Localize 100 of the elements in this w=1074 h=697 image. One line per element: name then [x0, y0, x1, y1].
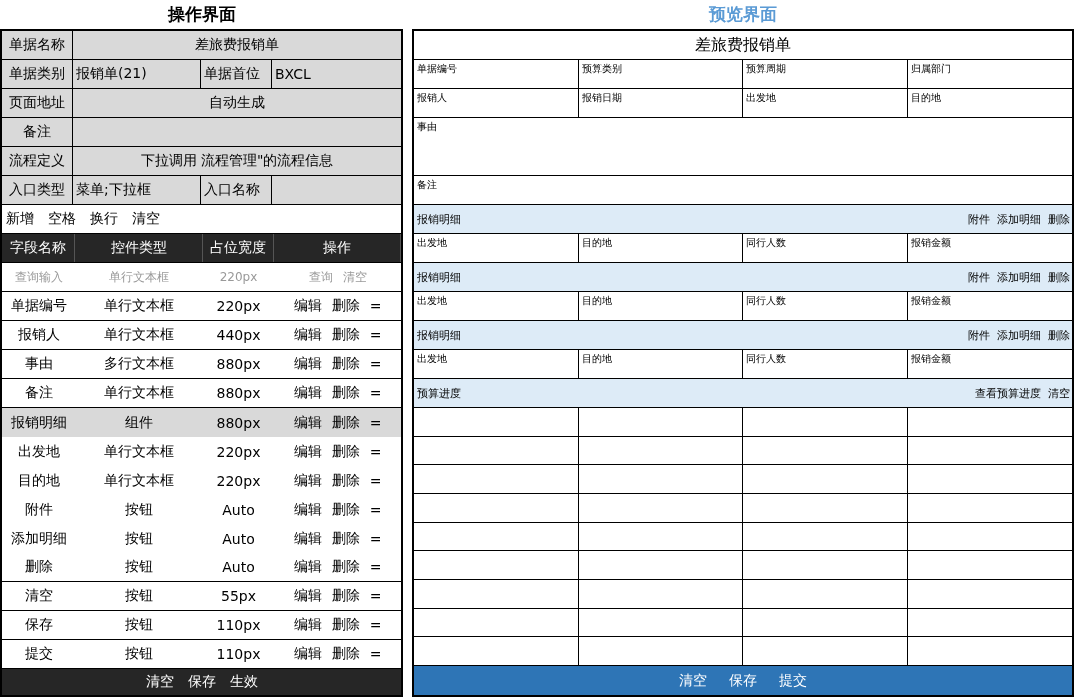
action-link[interactable]: 编辑	[293, 529, 322, 548]
section-action[interactable]: 删除	[1048, 327, 1070, 343]
field-width: 110px	[215, 645, 262, 664]
toolbar-button[interactable]: 清空	[132, 210, 160, 228]
control-type: 组件	[124, 412, 154, 432]
field-label: 同行人数	[743, 234, 908, 262]
toolbar-button[interactable]: 新增	[6, 210, 34, 228]
section-action[interactable]: 附件	[968, 269, 990, 285]
form-label: 备注	[2, 118, 73, 146]
action-link[interactable]: 编辑	[293, 500, 322, 519]
form-value: 自动生成	[208, 93, 266, 112]
action-link[interactable]: 编辑	[293, 471, 322, 490]
action-link[interactable]: 编辑	[293, 442, 322, 461]
drag-handle[interactable]: =	[369, 646, 382, 662]
toolbar-button[interactable]: 空格	[48, 210, 76, 228]
action-link[interactable]: 删除	[331, 616, 360, 634]
form-value: BXCL	[274, 65, 312, 84]
form-title: 差旅费报销单	[695, 34, 791, 56]
field-label: 同行人数	[743, 350, 908, 378]
field-label: 归属部门	[909, 62, 952, 76]
section-action[interactable]: 附件	[968, 327, 990, 343]
control-type: 多行文本框	[103, 354, 175, 373]
action-link[interactable]: 删除	[331, 558, 360, 576]
field-name: 事由	[23, 354, 54, 373]
column-header: 占位宽度	[203, 234, 274, 262]
field-name: 出发地	[16, 441, 61, 461]
control-type: 按钮	[124, 557, 154, 576]
field-width: 220px	[215, 297, 262, 316]
action-link[interactable]: 编辑	[293, 645, 322, 663]
action-link[interactable]: 删除	[331, 297, 360, 315]
column-header: 控件类型	[75, 234, 203, 262]
action-link[interactable]: 删除	[331, 442, 360, 461]
drag-handle[interactable]: =	[369, 559, 382, 575]
action-link[interactable]: 编辑	[293, 326, 322, 344]
action-link[interactable]: 编辑	[293, 384, 322, 402]
action-link[interactable]: 编辑	[293, 558, 322, 576]
control-type: 单行文本框	[103, 470, 175, 490]
form-label: 单据首位	[201, 60, 272, 88]
drag-handle[interactable]: =	[369, 588, 382, 604]
field-label: 单据编号	[414, 60, 579, 88]
field-name: 添加明细	[9, 528, 68, 548]
footer-button[interactable]: 保存	[729, 671, 757, 690]
section-title: 报销明细	[417, 269, 461, 285]
field-name: 保存	[23, 615, 54, 634]
section-action[interactable]: 添加明细	[997, 327, 1041, 343]
footer-button[interactable]: 清空	[145, 673, 174, 691]
footer-button[interactable]: 生效	[229, 673, 258, 691]
drag-handle[interactable]: =	[369, 443, 382, 460]
form-label: 流程定义	[2, 147, 73, 175]
field-label: 报销金额	[909, 294, 952, 308]
action-link[interactable]: 删除	[331, 326, 360, 344]
field-label: 出发地	[743, 89, 908, 117]
field-label: 出发地	[414, 234, 579, 262]
field-width: 110px	[215, 616, 262, 635]
footer-button[interactable]: 清空	[679, 671, 707, 690]
action-link[interactable]: 删除	[331, 384, 360, 402]
toolbar-button[interactable]: 换行	[90, 210, 118, 228]
action-link[interactable]: 编辑	[293, 297, 322, 315]
section-action[interactable]: 添加明细	[997, 211, 1041, 227]
form-value: 报销单(21)	[73, 60, 201, 88]
field-name: 删除	[23, 557, 54, 576]
action-link[interactable]: 编辑	[293, 616, 322, 634]
action-link[interactable]: 编辑	[293, 587, 322, 605]
field-name: 报销人	[16, 325, 61, 344]
field-width: 880px	[215, 355, 262, 374]
drag-handle[interactable]: =	[369, 530, 382, 547]
field-width: Auto	[221, 500, 256, 520]
drag-handle[interactable]: =	[369, 327, 382, 343]
drag-handle[interactable]: =	[369, 298, 382, 314]
action-link[interactable]: 删除	[331, 413, 360, 432]
action-link[interactable]: 删除	[331, 471, 360, 490]
field-name: 单据编号	[9, 296, 68, 315]
drag-handle[interactable]: =	[369, 472, 382, 489]
section-action[interactable]: 清空	[1048, 385, 1070, 401]
section-action[interactable]: 删除	[1048, 211, 1070, 227]
field-label: 报销金额	[909, 352, 952, 366]
form-value: 差旅费报销单	[194, 35, 280, 54]
section-action[interactable]: 附件	[968, 211, 990, 227]
action-link[interactable]: 删除	[331, 355, 360, 373]
footer-button[interactable]: 保存	[187, 673, 216, 691]
action-link[interactable]: 编辑	[293, 355, 322, 373]
control-type: 按钮	[124, 528, 154, 548]
footer-button[interactable]: 提交	[779, 671, 807, 690]
drag-handle[interactable]: =	[369, 356, 382, 372]
action-link[interactable]: 删除	[331, 500, 360, 519]
action-link[interactable]: 编辑	[293, 413, 322, 432]
drag-handle[interactable]: =	[369, 617, 382, 633]
field-label: 同行人数	[743, 292, 908, 320]
section-action[interactable]: 删除	[1048, 269, 1070, 285]
action-link[interactable]: 删除	[331, 645, 360, 663]
section-action[interactable]: 查看预算进度	[975, 385, 1041, 401]
drag-handle[interactable]: =	[369, 385, 382, 401]
panel-title: 预览界面	[707, 3, 778, 26]
action-link[interactable]: 删除	[331, 587, 360, 605]
drag-handle[interactable]: =	[369, 501, 382, 518]
drag-handle[interactable]: =	[369, 414, 382, 431]
section-action[interactable]: 添加明细	[997, 269, 1041, 285]
action-link[interactable]: 删除	[331, 529, 360, 548]
control-type: 单行文本框	[108, 268, 170, 286]
column-header: 操作	[274, 234, 401, 262]
